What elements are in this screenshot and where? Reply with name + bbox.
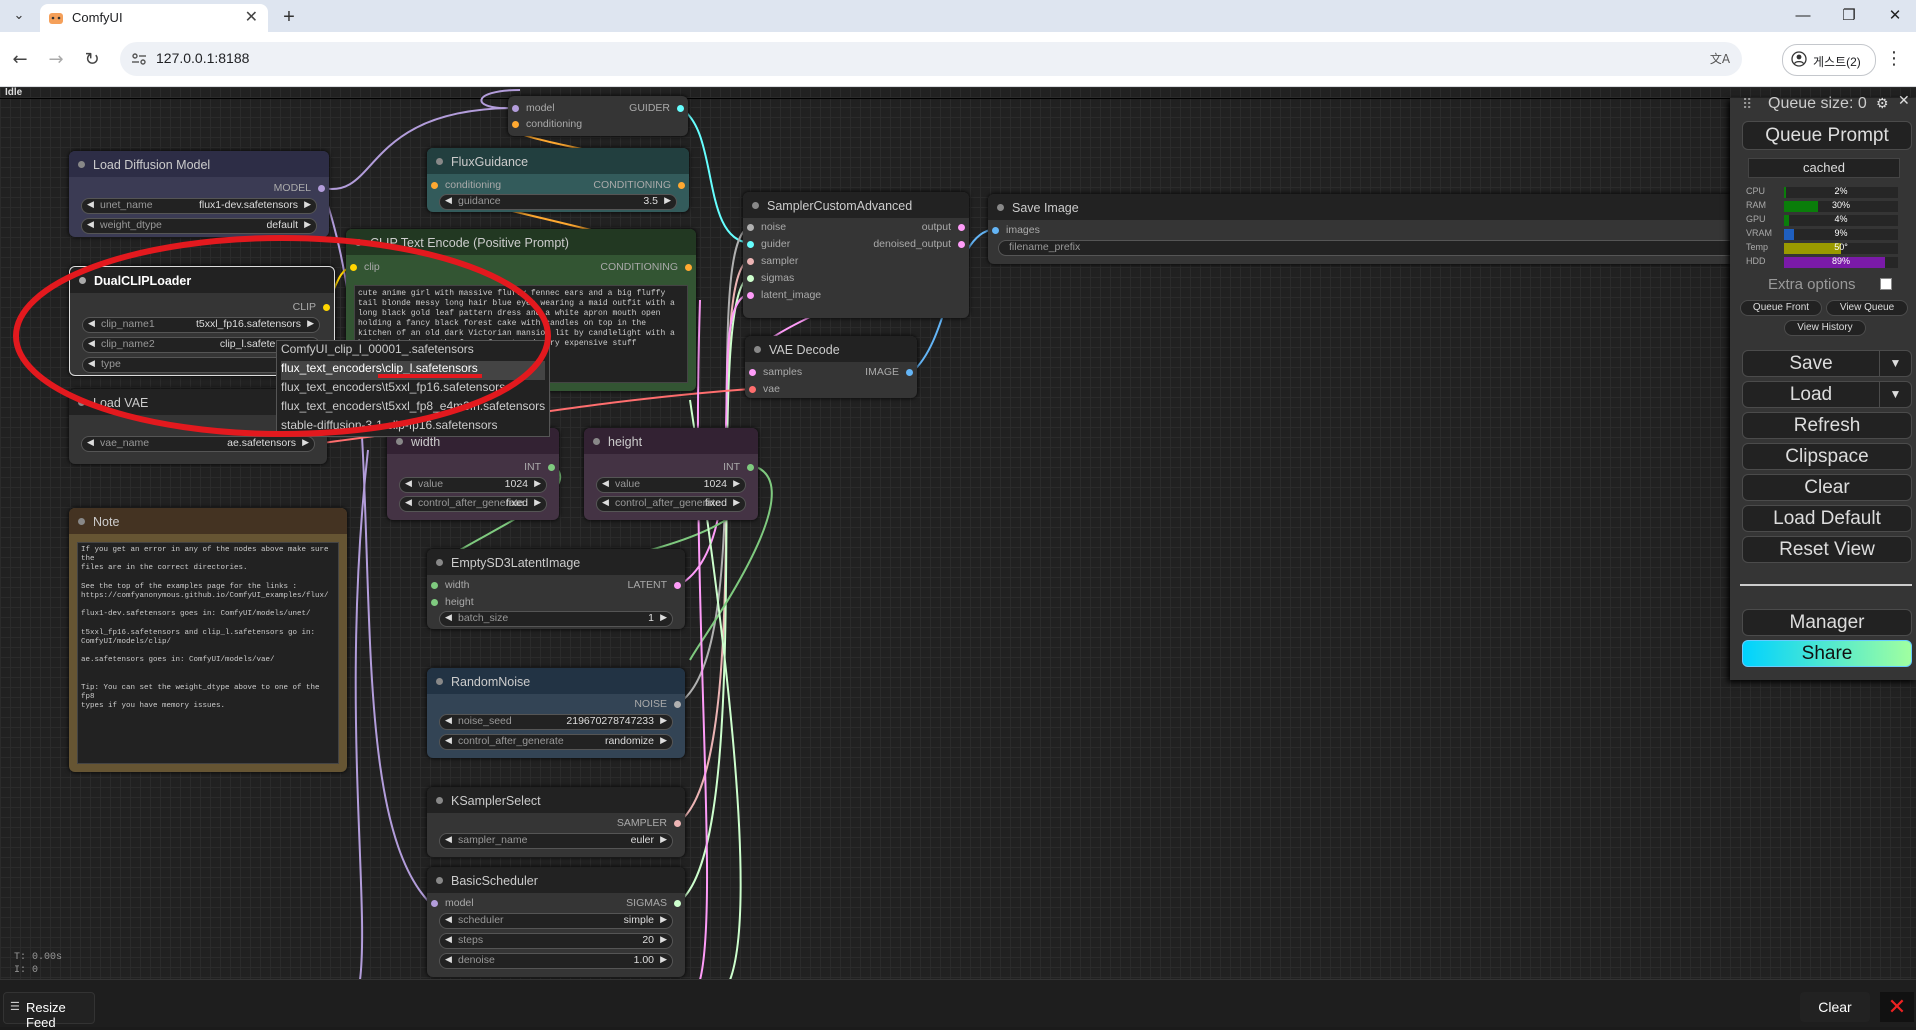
clear-feed-button[interactable]: Clear (1800, 992, 1870, 1022)
meter-temp: Temp 50° (1746, 242, 1916, 254)
meter-ram: RAM 30% (1746, 200, 1916, 212)
red-annotation-overlay (13, 235, 551, 437)
meter-label: VRAM (1746, 228, 1773, 238)
meter-value: 2% (1834, 186, 1848, 196)
meter-label: GPU (1746, 214, 1766, 224)
meter-cpu: CPU 2% (1746, 186, 1916, 198)
meter-label: RAM (1746, 200, 1766, 210)
share-button[interactable]: Share (1742, 640, 1912, 667)
view-history-button[interactable]: View History (1784, 320, 1866, 336)
meter-value: 50° (1834, 242, 1848, 252)
extra-options-label: Extra options (1768, 276, 1856, 293)
meter-value: 4% (1834, 214, 1848, 224)
drag-handle-icon[interactable]: ⠿ (1742, 96, 1752, 113)
reset-view-button[interactable]: Reset View (1742, 536, 1912, 563)
meter-gpu: GPU 4% (1746, 214, 1916, 226)
feed-bottom-bar (0, 979, 1916, 1027)
resize-feed-button[interactable]: ☰ Resize Feed (3, 992, 95, 1030)
meter-value: 89% (1831, 256, 1850, 266)
load-dropdown-arrow[interactable]: ▼ (1879, 381, 1912, 408)
meter-value: 30% (1831, 200, 1850, 210)
clipspace-button[interactable]: Clipspace (1742, 443, 1912, 470)
panel-divider (1740, 584, 1912, 586)
meter-value: 9% (1834, 228, 1848, 238)
meter-vram: VRAM 9% (1746, 228, 1916, 240)
load-default-button[interactable]: Load Default (1742, 505, 1912, 532)
queue-prompt-button[interactable]: Queue Prompt (1742, 121, 1912, 150)
cached-status: cached (1748, 158, 1900, 178)
meter-label: HDD (1746, 256, 1766, 266)
meter-label: Temp (1746, 242, 1769, 252)
sliders-icon: ☰ (10, 1001, 20, 1013)
extra-options-checkbox[interactable] (1880, 278, 1892, 290)
load-button[interactable]: Load (1742, 381, 1880, 408)
settings-gear-icon[interactable]: ⚙ (1876, 95, 1889, 112)
queue-size: Queue size: 0 (1768, 95, 1867, 112)
stat-time: T: 0.00s (14, 952, 63, 963)
manager-button[interactable]: Manager (1742, 609, 1912, 636)
meter-hdd: HDD 89% (1746, 256, 1916, 268)
save-button[interactable]: Save (1742, 350, 1880, 377)
queue-front-button[interactable]: Queue Front (1740, 300, 1822, 316)
comfy-menu-panel: ⠿ Queue size: 0 ⚙ ✕ Queue Prompt cached … (1730, 92, 1916, 680)
close-panel-icon[interactable]: ✕ (1898, 92, 1910, 109)
close-feed-icon[interactable]: ✕ (1880, 992, 1914, 1022)
stat-i: I: 0 (14, 965, 39, 976)
save-dropdown-arrow[interactable]: ▼ (1879, 350, 1912, 377)
refresh-button[interactable]: Refresh (1742, 412, 1912, 439)
view-queue-button[interactable]: View Queue (1826, 300, 1908, 316)
meter-label: CPU (1746, 186, 1766, 196)
clear-button[interactable]: Clear (1742, 474, 1912, 501)
